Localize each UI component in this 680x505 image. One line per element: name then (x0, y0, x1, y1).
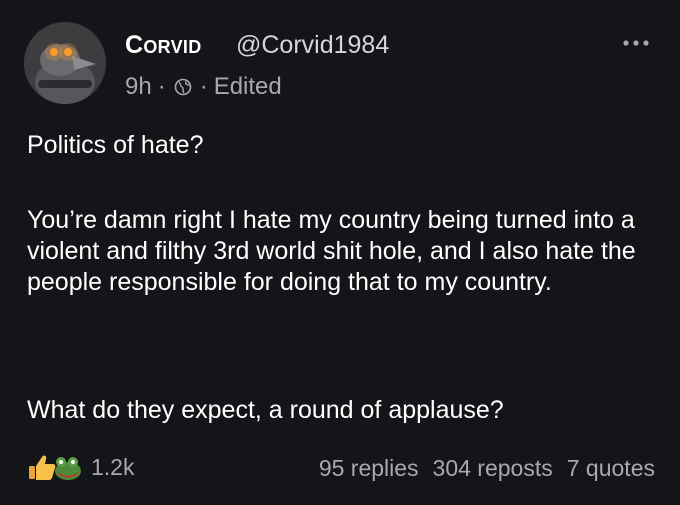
meta-separator: · (199, 73, 208, 100)
reaction-emoji-icons (29, 455, 81, 480)
frog-emoji-icon (55, 457, 81, 480)
more-dots-icon[interactable] (622, 36, 650, 50)
reactions[interactable]: 1.2k (27, 452, 134, 482)
post-paragraph: What do they expect, a round of applause… (27, 396, 504, 424)
post-time[interactable]: 9h (125, 73, 152, 101)
reposts-link[interactable]: 304 reposts (433, 455, 553, 482)
post-paragraph: Politics of hate? (27, 131, 204, 159)
reaction-count: 1.2k (91, 453, 135, 480)
corvid-avatar-image (24, 22, 106, 104)
author-display-name[interactable]: Corvid (125, 31, 202, 60)
post-footer: 1.2k 95 replies 304 reposts 7 quotes (27, 452, 657, 486)
post-meta: 9h · · Edited (125, 73, 282, 101)
quotes-link[interactable]: 7 quotes (567, 455, 655, 482)
globe-icon (174, 78, 192, 96)
post-card: Corvid @Corvid1984 9h · · Edited Politic… (0, 0, 680, 505)
replies-link[interactable]: 95 replies (319, 455, 419, 482)
edited-label[interactable]: Edited (214, 73, 282, 101)
author-handle[interactable]: @Corvid1984 (236, 31, 389, 60)
avatar[interactable] (24, 22, 106, 104)
post-paragraph: You’re damn right I hate my country bein… (27, 206, 636, 296)
meta-separator: · (157, 73, 166, 100)
thumbs-up-emoji-icon (29, 455, 56, 480)
post-stats: 95 replies 304 reposts 7 quotes (319, 455, 655, 482)
